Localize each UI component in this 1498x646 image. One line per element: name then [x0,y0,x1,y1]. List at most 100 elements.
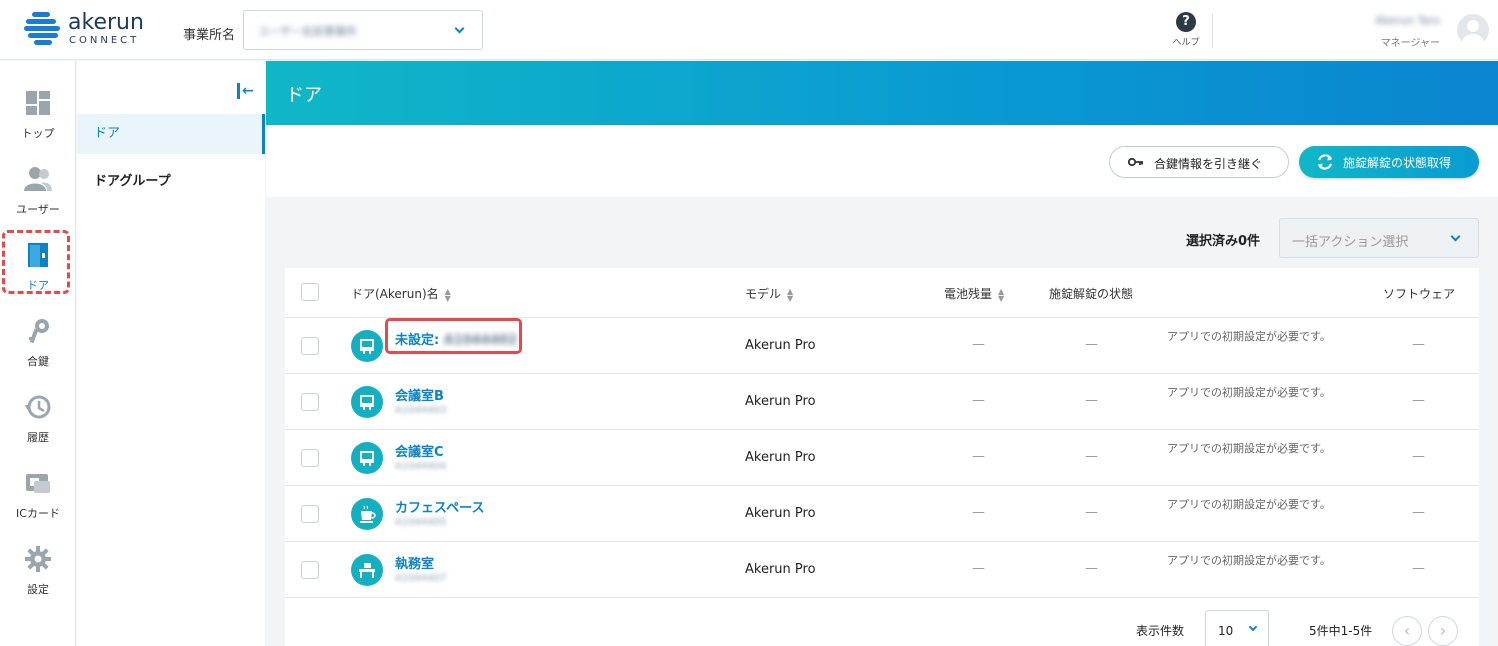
table-row[interactable]: カフェスペース A1044405 Akerun Pro — — アプリでの初期設… [285,486,1479,542]
subnav-item-door-group[interactable]: ドアグループ [77,162,265,202]
door-note: アプリでの初期設定が必要です。 [1167,386,1331,399]
collapse-icon [237,83,240,99]
fetch-lock-state-button[interactable]: 施錠解錠の状態取得 [1299,146,1479,178]
logo-subtext: CONNECT [69,35,140,46]
history-icon [25,395,51,419]
rail-item-label: 合鍵 [27,355,49,368]
door-lock-state: — [1085,449,1098,464]
coffee-icon [351,498,383,530]
per-page-select[interactable]: 10 [1205,610,1269,646]
logo-text: akerun [68,10,144,35]
door-name-link[interactable]: 執務室 [395,553,434,572]
row-checkbox[interactable] [301,505,319,523]
rail-item-keys[interactable]: 合鍵 [0,309,76,379]
office-select-value: ユーザー名前事業所 [258,25,357,38]
help-icon: ? [1176,12,1196,32]
page-title-band: ドア [266,61,1498,125]
bulk-action-placeholder: 一括アクション選択 [1292,235,1409,250]
avatar[interactable] [1457,14,1489,46]
door-nav-highlight [2,230,70,294]
bulk-action-select[interactable]: 一括アクション選択 [1279,218,1479,258]
pagination: 表示件数 10 5件中1-5件 ‹ › [285,598,1479,646]
table-header: ドア(Akerun)名 ▲ ▼ モデル ▲ ▼ 電池残量 ▲ ▼ 施錠解錠の状態 ソフトウェ… [285,268,1479,318]
door-lock-state: — [1085,393,1098,408]
chevron-down-icon [1248,622,1258,632]
column-header-model[interactable]: モデル ▲ ▼ [745,285,793,302]
refresh-icon [1317,154,1333,170]
app-header: akerun CONNECT 事業所名 ユーザー名前事業所 ? ヘルプ Aker… [0,0,1498,60]
door-serial: A1044405 [395,517,447,528]
door-icon [351,386,383,418]
door-icon [351,442,383,474]
help-label: ヘルプ [1172,38,1200,48]
door-battery: — [972,505,985,520]
next-page-button[interactable]: › [1428,616,1458,646]
door-battery: — [972,561,985,576]
office-select[interactable]: ユーザー名前事業所 [243,10,483,50]
user-role: マネージャー [1380,38,1440,49]
sub-nav: ← ドア ドアグループ [77,61,265,646]
rail-item-top[interactable]: トップ [0,81,76,151]
row-checkbox[interactable] [301,561,319,579]
column-header-label: 電池残量 [944,287,993,301]
door-name-link[interactable]: カフェスペース [395,497,484,516]
door-model: Akerun Pro [745,562,816,577]
dashboard-icon [26,91,50,115]
door-model: Akerun Pro [745,338,816,353]
door-software: — [1412,449,1425,464]
chevron-down-icon [454,23,465,34]
akerun-logo[interactable]: akerun CONNECT [24,10,154,50]
column-header-lock-state: 施錠解錠の状態 [1049,287,1134,301]
selection-count: 選択済み0件 [1186,234,1261,249]
door-lock-state: — [1085,337,1098,352]
door-note: アプリでの初期設定が必要です。 [1167,442,1331,455]
sort-icon: ▲ ▼ [444,286,451,303]
key-icon [29,319,49,344]
column-header-battery[interactable]: 電池残量 ▲ ▼ [944,285,1004,302]
door-serial: A1044403 [395,405,447,416]
rail-item-ic-card[interactable]: ICカード [0,461,76,531]
table-row[interactable]: 会議室B A1044403 Akerun Pro — — アプリでの初期設定が必… [285,374,1479,430]
door-name-link[interactable]: 会議室C [395,441,444,460]
key-icon [1128,157,1143,167]
table-row[interactable]: 執務室 A1044407 Akerun Pro — — アプリでの初期設定が必要… [285,542,1479,598]
unset-door-highlight [385,318,522,354]
page-toolbar: 合鍵情報を引き継ぐ 施錠解錠の状態取得 [266,125,1498,197]
page-range: 5件中1-5件 [1309,624,1373,638]
rail-item-label: ユーザー [16,203,60,216]
rail-item-users[interactable]: ユーザー [0,157,76,227]
row-checkbox[interactable] [301,393,319,411]
door-serial: A1044407 [395,573,447,584]
column-header-software: ソフトウェア [1383,287,1456,301]
collapse-sidebar-button[interactable]: ← [235,83,255,99]
select-all-checkbox[interactable] [301,283,319,301]
column-header-label: ドア(Akerun)名 [351,287,439,301]
page-title: ドア [286,85,322,106]
office-label: 事業所名 [183,28,236,43]
door-battery: — [972,449,985,464]
prev-page-button[interactable]: ‹ [1392,616,1422,646]
chevron-down-icon [1450,231,1461,242]
help-button[interactable]: ? ヘルプ [1168,12,1204,52]
door-model: Akerun Pro [745,394,816,409]
rail-item-history[interactable]: 履歴 [0,385,76,455]
door-note: アプリでの初期設定が必要です。 [1167,498,1331,511]
table-row[interactable]: 会議室C A1044404 Akerun Pro — — アプリでの初期設定が必… [285,430,1479,486]
header-divider [1212,14,1213,48]
door-model: Akerun Pro [745,506,816,521]
door-lock-state: — [1085,561,1098,576]
door-serial: A1044404 [395,461,447,472]
door-model: Akerun Pro [745,450,816,465]
rail-item-settings[interactable]: 設定 [0,537,76,607]
subnav-item-door[interactable]: ドア [77,114,265,154]
transfer-keys-button[interactable]: 合鍵情報を引き継ぐ [1109,146,1289,178]
ic-card-icon [26,474,50,493]
column-header-name[interactable]: ドア(Akerun)名 ▲ ▼ [351,285,451,302]
door-name-link[interactable]: 会議室B [395,385,444,404]
user-name[interactable]: Akerun Taro [1368,14,1440,27]
row-checkbox[interactable] [301,337,319,355]
row-checkbox[interactable] [301,449,319,467]
desk-icon [351,554,383,586]
door-software: — [1412,393,1425,408]
door-battery: — [972,337,985,352]
